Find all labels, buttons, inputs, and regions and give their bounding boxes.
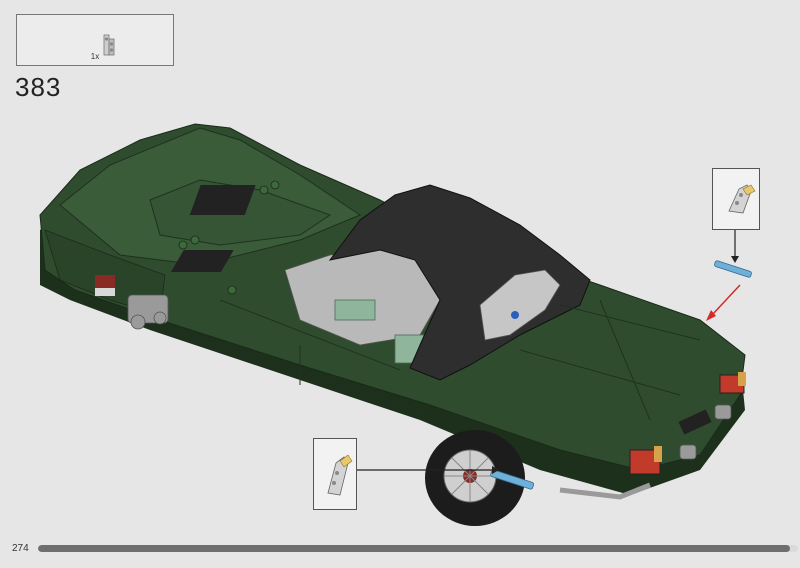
axle-connector-piece-icon [728, 184, 756, 214]
green-convertible-sports-car-model [39, 123, 752, 526]
assembly-arrow [711, 284, 741, 316]
callout-box [313, 438, 357, 510]
axle-connector-piece-icon [327, 454, 353, 496]
callout-box [712, 168, 760, 230]
progress-bar [38, 545, 798, 552]
progress-fill [38, 545, 791, 552]
page-number: 274 [12, 543, 29, 554]
